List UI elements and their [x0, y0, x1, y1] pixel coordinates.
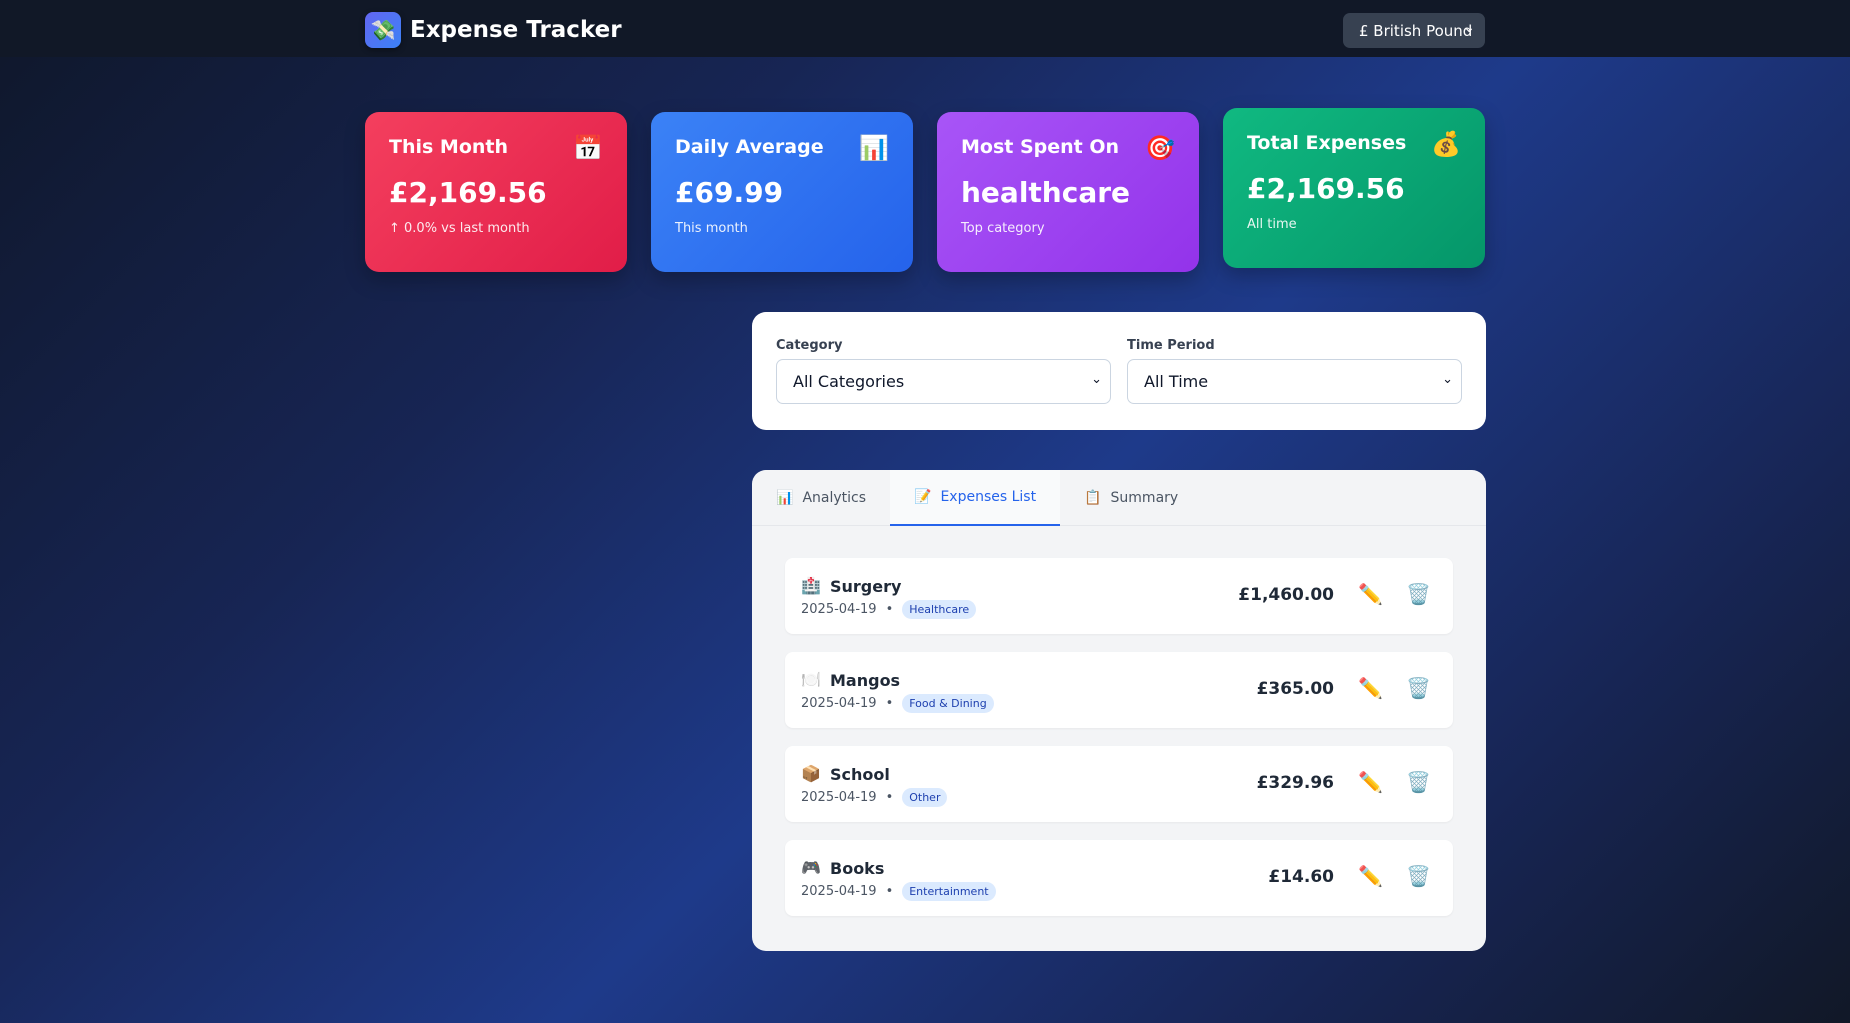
hospital-icon: 🏥	[801, 576, 821, 595]
tab-label: Expenses List	[940, 489, 1037, 505]
card-daily-average: Daily Average 📊 £69.99 This month	[651, 112, 913, 272]
delete-trash-icon[interactable]: 🗑️	[1406, 770, 1431, 794]
period-filter: Time Period All Time ⌄	[1127, 338, 1462, 404]
edit-pencil-icon[interactable]: ✏️	[1358, 864, 1383, 888]
expense-date: 2025-04-19	[801, 790, 877, 805]
list-item: 🍽️ Mangos 2025-04-19 • Food & Dining £36…	[785, 652, 1453, 728]
currency-value: £ British Pound	[1359, 21, 1473, 40]
expense-meta: 2025-04-19 • Food & Dining	[801, 694, 994, 713]
card-this-month: This Month 📅 £2,169.56 ↑ 0.0% vs last mo…	[365, 112, 627, 272]
category-value: All Categories	[793, 372, 905, 391]
separator: •	[885, 884, 894, 899]
app-title: Expense Tracker	[410, 17, 622, 43]
category-select[interactable]: All Categories ⌄	[776, 359, 1111, 404]
expense-amount: £365.00	[1256, 679, 1334, 699]
delete-trash-icon[interactable]: 🗑️	[1406, 676, 1431, 700]
game-controller-icon: 🎮	[801, 858, 821, 877]
expense-meta: 2025-04-19 • Healthcare	[801, 600, 977, 619]
period-label: Time Period	[1127, 338, 1215, 353]
card-total-expenses: Total Expenses 💰 £2,169.56 All time	[1223, 108, 1485, 268]
expense-date: 2025-04-19	[801, 602, 877, 617]
card-title: Total Expenses	[1247, 132, 1407, 154]
tab-expenses-list[interactable]: 📝 Expenses List	[890, 470, 1061, 526]
edit-pencil-icon[interactable]: ✏️	[1358, 582, 1383, 606]
expense-amount: £1,460.00	[1238, 585, 1334, 605]
card-value: £69.99	[675, 176, 784, 209]
bar-chart-icon: 📊	[776, 490, 794, 506]
card-subtitle: ↑ 0.0% vs last month	[389, 221, 530, 236]
expense-name: Surgery	[830, 577, 902, 596]
bar-chart-icon: 📊	[859, 134, 889, 162]
delete-trash-icon[interactable]: 🗑️	[1406, 864, 1431, 888]
filters-panel: Category All Categories ⌄ Time Period Al…	[752, 312, 1486, 430]
expense-name: Mangos	[830, 671, 901, 690]
expense-name: Books	[830, 859, 885, 878]
card-subtitle: All time	[1247, 217, 1297, 232]
expense-date: 2025-04-19	[801, 696, 877, 711]
chevron-down-icon: ⌄	[1463, 20, 1475, 36]
money-bag-icon: 💰	[1431, 130, 1461, 158]
list-item: 📦 School 2025-04-19 • Other £329.96 ✏️ 🗑…	[785, 746, 1453, 822]
card-value: £2,169.56	[1247, 172, 1405, 205]
card-title: This Month	[389, 136, 509, 158]
list-item: 🎮 Books 2025-04-19 • Entertainment £14.6…	[785, 840, 1453, 916]
target-icon: 🎯	[1145, 134, 1175, 162]
list-item: 🏥 Surgery 2025-04-19 • Healthcare £1,460…	[785, 558, 1453, 634]
tab-summary[interactable]: 📋 Summary	[1060, 470, 1202, 526]
separator: •	[885, 602, 894, 617]
card-subtitle: Top category	[961, 221, 1045, 236]
clipboard-icon: 📋	[1084, 490, 1102, 506]
separator: •	[885, 790, 894, 805]
money-logo-icon: 💸	[365, 12, 401, 48]
plate-icon: 🍽️	[801, 670, 821, 689]
category-label: Category	[776, 338, 843, 353]
card-subtitle: This month	[675, 221, 748, 236]
category-badge: Other	[902, 788, 948, 807]
tab-bar: 📊 Analytics 📝 Expenses List 📋 Summary	[752, 470, 1486, 526]
expense-list: 🏥 Surgery 2025-04-19 • Healthcare £1,460…	[785, 558, 1453, 934]
expense-date: 2025-04-19	[801, 884, 877, 899]
calendar-icon: 📅	[573, 134, 603, 162]
delete-trash-icon[interactable]: 🗑️	[1406, 582, 1431, 606]
card-value: £2,169.56	[389, 176, 547, 209]
category-badge: Food & Dining	[902, 694, 994, 713]
tab-analytics[interactable]: 📊 Analytics	[752, 470, 890, 526]
card-most-spent: Most Spent On 🎯 healthcare Top category	[937, 112, 1199, 272]
package-icon: 📦	[801, 764, 821, 783]
edit-pencil-icon[interactable]: ✏️	[1358, 770, 1383, 794]
period-value: All Time	[1144, 372, 1209, 391]
brand: 💸 Expense Tracker	[365, 12, 622, 48]
category-badge: Healthcare	[902, 600, 977, 619]
chevron-down-icon: ⌄	[1091, 372, 1102, 387]
expense-name: School	[830, 765, 890, 784]
edit-pencil-icon[interactable]: ✏️	[1358, 676, 1383, 700]
memo-icon: 📝	[914, 489, 932, 505]
tab-label: Summary	[1110, 490, 1179, 506]
separator: •	[885, 696, 894, 711]
top-bar: 💸 Expense Tracker £ British Pound ⌄	[0, 0, 1850, 57]
category-filter: Category All Categories ⌄	[776, 338, 1111, 404]
card-title: Most Spent On	[961, 136, 1120, 158]
card-title: Daily Average	[675, 136, 824, 158]
card-value: healthcare	[961, 176, 1131, 209]
currency-select[interactable]: £ British Pound ⌄	[1343, 13, 1485, 48]
expense-meta: 2025-04-19 • Other	[801, 788, 948, 807]
expense-meta: 2025-04-19 • Entertainment	[801, 882, 996, 901]
expense-amount: £14.60	[1268, 867, 1334, 887]
period-select[interactable]: All Time ⌄	[1127, 359, 1462, 404]
tab-label: Analytics	[802, 490, 867, 506]
chevron-down-icon: ⌄	[1442, 372, 1453, 387]
category-badge: Entertainment	[902, 882, 996, 901]
main-panel: 📊 Analytics 📝 Expenses List 📋 Summary 🏥 …	[752, 470, 1486, 951]
expense-amount: £329.96	[1256, 773, 1334, 793]
